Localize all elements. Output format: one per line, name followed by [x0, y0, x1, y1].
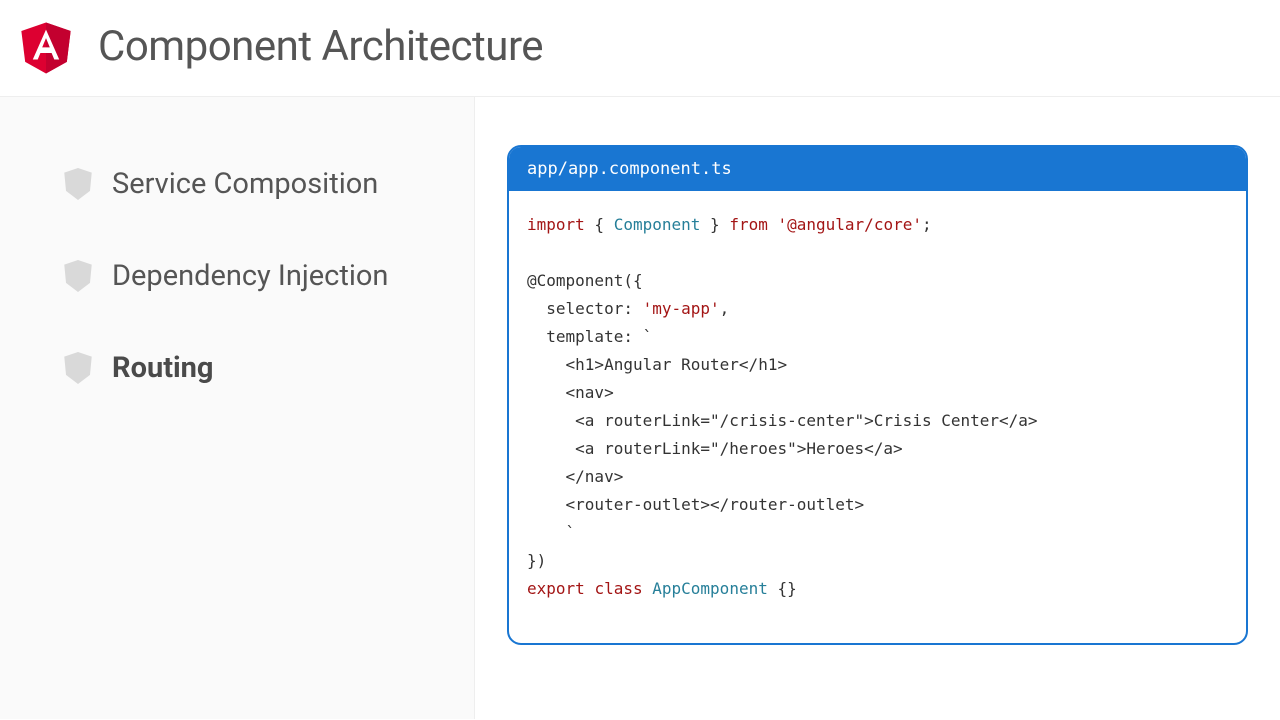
sidebar-item-label: Dependency Injection [112, 259, 388, 293]
code-token: {} [768, 579, 797, 598]
code-token: template: [527, 327, 643, 346]
code-token: @Component [527, 271, 623, 290]
shield-icon [64, 260, 92, 292]
code-token: ({ [623, 271, 642, 290]
code-token: <nav> [527, 383, 614, 402]
angular-logo-icon [18, 18, 74, 74]
code-token: <router-outlet></router-outlet> [527, 495, 864, 514]
page-header: Component Architecture [0, 0, 1280, 97]
shield-icon [64, 352, 92, 384]
code-token: ` [527, 523, 575, 542]
code-token: , [720, 299, 730, 318]
code-token: import [527, 215, 585, 234]
shield-icon [64, 168, 92, 200]
code-card-filename: app/app.component.ts [509, 147, 1246, 191]
code-token: } [700, 215, 729, 234]
code-token: <h1>Angular Router</h1> [527, 355, 787, 374]
code-token: ; [922, 215, 932, 234]
code-token: from [729, 215, 768, 234]
code-token: 'my-app' [643, 299, 720, 318]
main-content: app/app.component.ts import { Component … [475, 97, 1280, 719]
sidebar-item-label: Routing [112, 351, 214, 385]
page-body: Service Composition Dependency Injection… [0, 97, 1280, 719]
code-token: export [527, 579, 585, 598]
page-title: Component Architecture [98, 22, 543, 71]
code-token: <a routerLink="/crisis-center">Crisis Ce… [527, 411, 1038, 430]
code-token: class [594, 579, 642, 598]
code-card-body: import { Component } from '@angular/core… [509, 191, 1246, 643]
sidebar-item-routing[interactable]: Routing [64, 351, 474, 385]
code-token: AppComponent [652, 579, 768, 598]
sidebar: Service Composition Dependency Injection… [0, 97, 475, 719]
code-token: { [585, 215, 614, 234]
sidebar-item-dependency-injection[interactable]: Dependency Injection [64, 259, 474, 293]
code-token: '@angular/core' [777, 215, 922, 234]
code-token: </nav> [527, 467, 623, 486]
sidebar-item-service-composition[interactable]: Service Composition [64, 167, 474, 201]
code-token: }) [527, 551, 546, 570]
code-token: <a routerLink="/heroes">Heroes</a> [527, 439, 903, 458]
code-token: selector: [527, 299, 643, 318]
code-token: ` [643, 327, 653, 346]
sidebar-item-label: Service Composition [112, 167, 378, 201]
code-card: app/app.component.ts import { Component … [507, 145, 1248, 645]
code-token: Component [614, 215, 701, 234]
